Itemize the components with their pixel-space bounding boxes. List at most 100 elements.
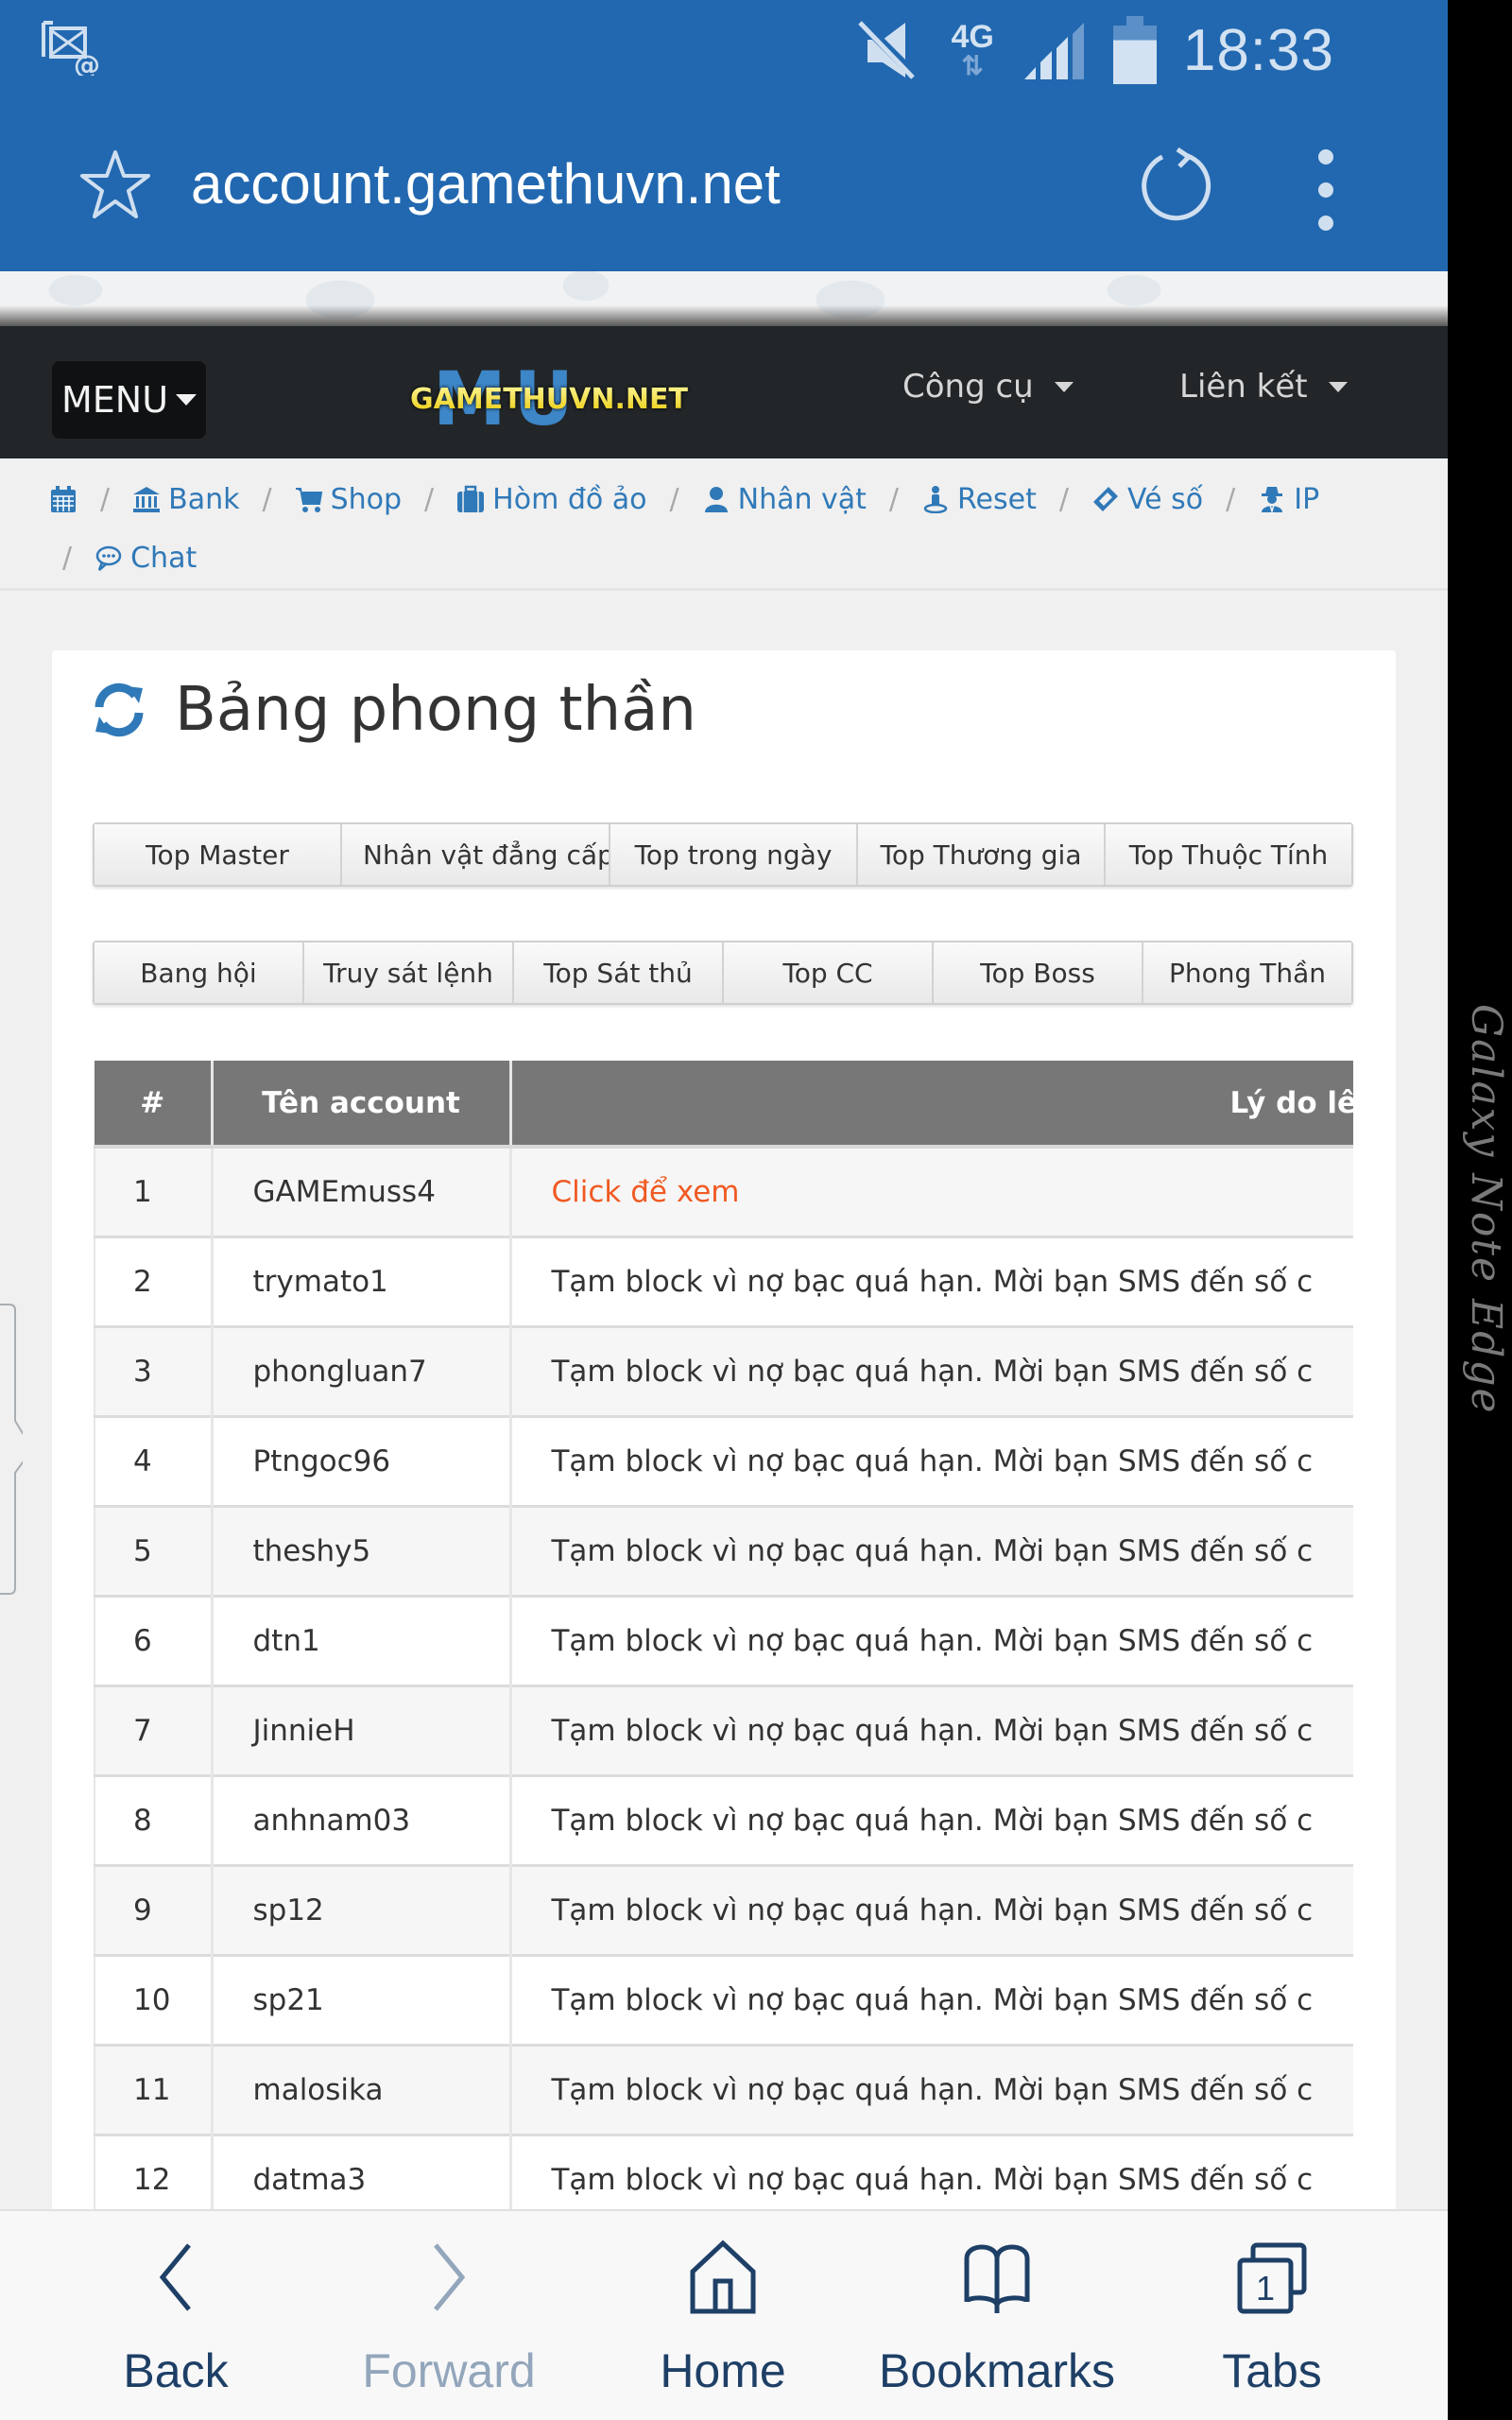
account-name: sp21	[212, 1953, 512, 2045]
refresh-icon[interactable]	[92, 683, 146, 737]
table-row: 7 JinnieH Tạm block vì nợ bạc quá hạn. Mời…	[94, 1684, 1353, 1775]
table-row: 11 malosika Tạm block vì nợ bạc quá hạn. M…	[94, 2043, 1353, 2135]
reason-cell: Tạm block vì nợ bạc quá hạn. Mời bạn SMS…	[510, 1414, 1353, 1506]
home-icon	[690, 2239, 756, 2314]
bookmarks-label: Bookmarks	[878, 2344, 1116, 2397]
reload-icon[interactable]	[1134, 146, 1219, 231]
battery-icon	[1112, 16, 1157, 84]
edge-panel-handle[interactable]	[0, 1303, 23, 1596]
account-name: trymato1	[212, 1235, 512, 1326]
tab-top-trong-ngay[interactable]: Top trong ngày	[610, 824, 858, 885]
tab-top-boss[interactable]: Top Boss	[934, 942, 1143, 1003]
site-logo[interactable]: MU GAMETHUVN.NET	[408, 363, 720, 437]
breadcrumb-label: Shop	[330, 482, 403, 516]
dropdown-lien-ket[interactable]: Liên kết	[1179, 368, 1348, 406]
table-row: 4 Ptngoc96 Tạm block vì nợ bạc quá hạn. Mờ…	[94, 1414, 1353, 1506]
rank-number: 3	[94, 1324, 214, 1416]
status-bar: @ 4G ⇅ 18:33	[0, 0, 1448, 104]
site-navbar: MENU MU GAMETHUVN.NET Công cụ Liên kết	[0, 326, 1448, 458]
account-name: phongluan7	[212, 1324, 512, 1416]
reason-cell: Click để xem	[510, 1145, 1353, 1236]
breadcrumb-separator: /	[100, 482, 111, 516]
breadcrumb-shop[interactable]: Shop	[295, 483, 402, 516]
tab-truy-sat-lenh[interactable]: Truy sát lệnh	[304, 942, 514, 1003]
signal-bar	[1072, 23, 1084, 79]
tab-bang-hoi[interactable]: Bang hội	[94, 942, 304, 1003]
forward-button[interactable]: Forward	[335, 2239, 562, 2398]
menu-button[interactable]: MENU	[52, 361, 206, 439]
bookmarks-icon	[964, 2244, 1030, 2313]
url-field[interactable]: account.gamethuvn.net	[191, 151, 781, 216]
rank-number: 2	[94, 1235, 214, 1326]
reason-cell: Tạm block vì nợ bạc quá hạn. Mời bạn SMS…	[510, 1324, 1353, 1416]
breadcrumb-label: IP	[1294, 482, 1320, 516]
ranking-tabs-row-2: Bang hội Truy sát lệnh Top Sát thủ Top C…	[93, 941, 1353, 1005]
rank-number: 8	[94, 1773, 214, 1865]
account-name: sp12	[212, 1863, 512, 1955]
kebab-dot	[1318, 149, 1333, 164]
account-name: Ptngoc96	[212, 1414, 512, 1506]
status-icons: 4G ⇅ 18:33	[858, 8, 1334, 93]
reset-user-icon	[923, 486, 948, 513]
account-name: GAMEmuss4	[212, 1145, 512, 1236]
account-name: dtn1	[212, 1594, 512, 1685]
table-scroll-container[interactable]: # Tên account Lý do lên 1GAMEmuss4 Click …	[94, 1061, 1353, 2261]
dropdown-cong-cu[interactable]: Công cụ	[902, 368, 1074, 406]
breadcrumb-separator: /	[1226, 482, 1236, 516]
back-chevron-icon	[159, 2243, 191, 2311]
signal-bar	[1056, 37, 1068, 79]
breadcrumb-ve-so[interactable]: Vé số	[1091, 483, 1203, 516]
network-type: 4G	[951, 19, 994, 55]
rank-number: 11	[94, 2043, 214, 2135]
rank-number: 5	[94, 1504, 214, 1596]
column-header-account: Tên account	[212, 1061, 512, 1147]
bookmarks-button[interactable]: Bookmarks	[879, 2239, 1115, 2398]
shopping-cart-icon	[295, 488, 322, 512]
breadcrumb-chat[interactable]: Chat	[94, 542, 197, 575]
breadcrumb-ip[interactable]: IP	[1258, 483, 1319, 516]
tabs-button[interactable]: 1 Tabs	[1159, 2239, 1385, 2398]
signal-bar	[1040, 51, 1052, 79]
tab-top-thuong-gia[interactable]: Top Thương gia	[858, 824, 1106, 885]
breadcrumb-hom-do-ao[interactable]: Hòm đồ ảo	[456, 482, 647, 516]
tab-phong-than[interactable]: Phong Thần	[1143, 942, 1351, 1003]
tab-top-master[interactable]: Top Master	[94, 824, 342, 885]
breadcrumb-separator: /	[424, 482, 435, 516]
caret-down-icon	[1054, 381, 1074, 392]
caret-down-icon	[1328, 381, 1348, 392]
breadcrumb-calendar[interactable]	[49, 485, 77, 513]
phone-screen: @ 4G ⇅ 18:33 account.gamethuvn.net MENU …	[0, 0, 1448, 2420]
rank-number: 9	[94, 1863, 214, 1955]
column-header-number: #	[94, 1061, 214, 1147]
caret-down-icon	[176, 394, 198, 406]
breadcrumb-reset[interactable]: Reset	[921, 483, 1037, 516]
rank-number: 6	[94, 1594, 214, 1685]
back-button[interactable]: Back	[62, 2239, 289, 2398]
tab-top-cc[interactable]: Top CC	[724, 942, 934, 1003]
tab-top-sat-thu[interactable]: Top Sát thủ	[514, 942, 724, 1003]
user-secret-icon	[1262, 487, 1283, 513]
network-4g-icon: 4G ⇅	[951, 21, 993, 79]
tab-nhan-vat-dang-cap[interactable]: Nhân vật đẳng cấp	[342, 824, 610, 885]
edge-device-label: Galaxy Note Edge	[1462, 1004, 1510, 1415]
breadcrumb-separator: /	[262, 482, 272, 516]
browser-bottom-bar: Back Forward Home Bookmarks 1 Tabs	[0, 2209, 1448, 2420]
battery-level	[1112, 40, 1157, 84]
account-name: theshy5	[212, 1504, 512, 1596]
email-notification-icon: @	[42, 21, 100, 76]
home-button[interactable]: Home	[610, 2239, 836, 2398]
table-header-row: # Tên account Lý do lên	[94, 1061, 1353, 1147]
breadcrumb-nhan-vat[interactable]: Nhân vật	[702, 483, 867, 516]
tabs-label: Tabs	[1222, 2344, 1322, 2397]
svg-text:@: @	[74, 49, 100, 76]
breadcrumb-label: Vé số	[1126, 482, 1204, 516]
breadcrumb-label: Reset	[957, 482, 1037, 516]
tab-top-thuoc-tinh[interactable]: Top Thuộc Tính	[1106, 824, 1351, 885]
breadcrumb-bank[interactable]: Bank	[132, 483, 239, 516]
bookmark-star-icon[interactable]	[77, 147, 153, 222]
click-to-view-link[interactable]: Click để xem	[552, 1175, 740, 1209]
breadcrumb-label: Hòm đồ ảo	[492, 482, 647, 516]
more-menu-icon[interactable]	[1304, 149, 1348, 231]
table-row: 10 sp21 Tạm block vì nợ bạc quá hạn. Mời b…	[94, 1953, 1353, 2045]
reason-cell: Tạm block vì nợ bạc quá hạn. Mời bạn SMS…	[510, 1594, 1353, 1685]
